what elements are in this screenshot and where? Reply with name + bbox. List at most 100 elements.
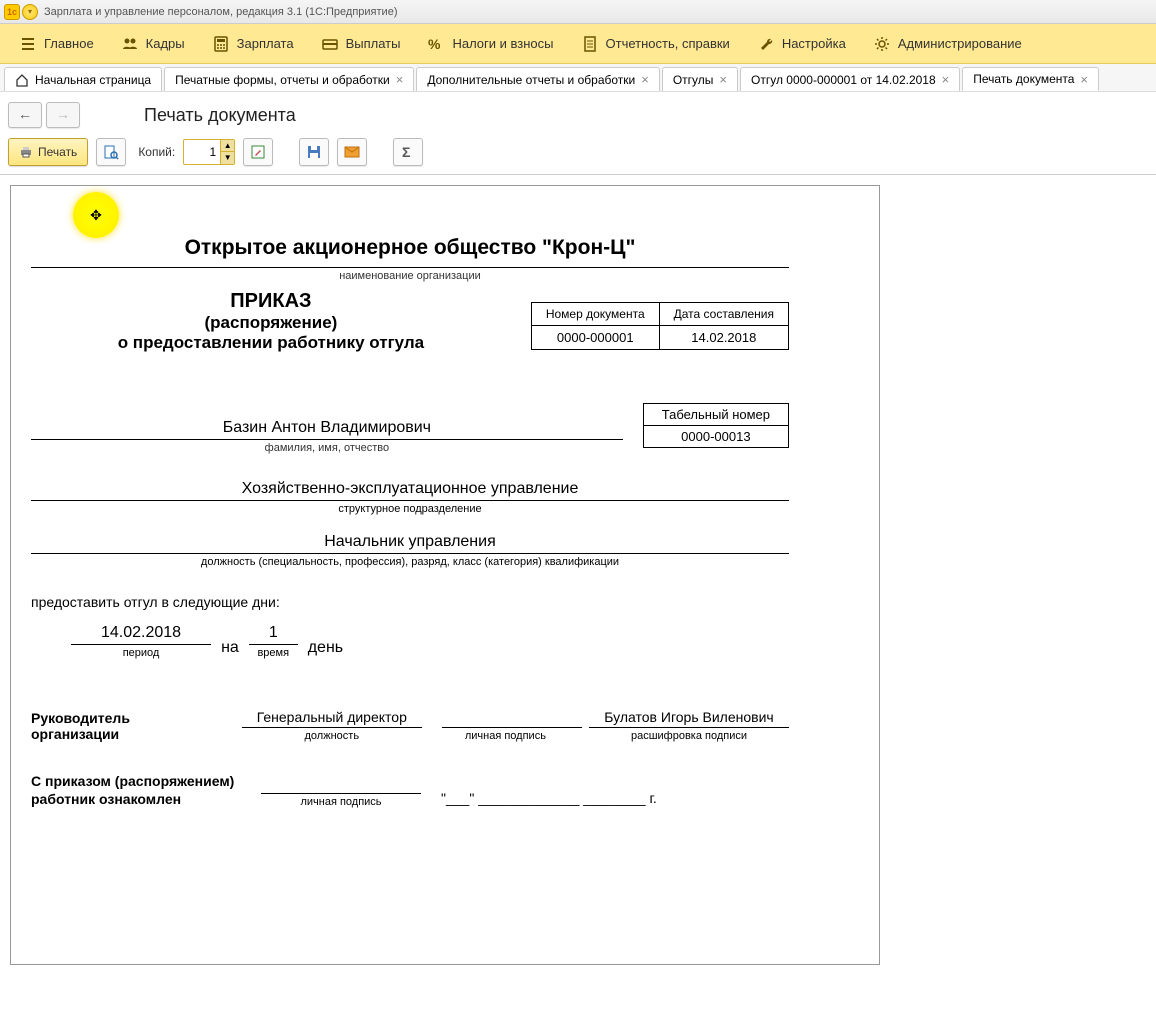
time-caption: время — [249, 647, 298, 659]
doc-info-table: Номер документа Дата составления 0000-00… — [531, 302, 789, 350]
menu-hr[interactable]: Кадры — [108, 30, 199, 58]
back-button[interactable]: ← — [8, 102, 42, 128]
org-caption: наименование организации — [31, 270, 789, 282]
window-titlebar: 1c ▾ Зарплата и управление персоналом, р… — [0, 0, 1156, 24]
divider — [31, 266, 789, 268]
printer-icon — [19, 145, 33, 159]
na-text: на — [211, 639, 249, 659]
page-title: Печать документа — [144, 105, 296, 126]
wrench-icon — [758, 36, 774, 52]
email-button[interactable] — [337, 138, 367, 166]
ack-sign-caption: личная подпись — [261, 796, 421, 808]
save-button[interactable] — [299, 138, 329, 166]
app-dropdown-icon[interactable]: ▾ — [22, 4, 38, 20]
tab-label: Отгулы — [673, 73, 714, 87]
provide-text: предоставить отгул в следующие дни: — [31, 594, 789, 610]
menu-label: Настройка — [782, 36, 846, 51]
employee-fio: Базин Антон Владимирович — [31, 419, 623, 440]
close-icon[interactable]: × — [719, 72, 727, 87]
menu-label: Налоги и взносы — [452, 36, 553, 51]
menu-label: Выплаты — [346, 36, 401, 51]
doc-date-header: Дата составления — [659, 303, 788, 326]
tab-label: Отгул 0000-000001 от 14.02.2018 — [751, 73, 936, 87]
app-icon: 1c — [4, 4, 20, 20]
window-title: Зарплата и управление персоналом, редакц… — [44, 6, 397, 18]
head-label: Руководитель организации — [31, 710, 222, 742]
head-name-caption: расшифровка подписи — [589, 730, 789, 742]
tab-bar: Начальная страница Печатные формы, отчет… — [0, 64, 1156, 92]
tab-num-header: Табельный номер — [643, 404, 788, 426]
tab-home[interactable]: Начальная страница — [4, 67, 162, 91]
spinner-up-icon[interactable]: ▲ — [220, 140, 234, 152]
menu-admin[interactable]: Администрирование — [860, 30, 1036, 58]
menu-label: Кадры — [146, 36, 185, 51]
main-menu: Главное Кадры Зарплата Выплаты % Налоги … — [0, 24, 1156, 64]
tab-label: Печать документа — [973, 72, 1074, 86]
preview-button[interactable] — [96, 138, 126, 166]
menu-main[interactable]: Главное — [6, 30, 108, 58]
ack-label: С приказом (распоряжением) работник озна… — [31, 772, 241, 808]
people-icon — [122, 36, 138, 52]
tab-label: Дополнительные отчеты и обработки — [427, 73, 635, 87]
period-caption: период — [71, 647, 211, 659]
doc-title-3: о предоставлении работнику отгула — [31, 333, 511, 353]
head-position: Генеральный директор — [242, 709, 422, 728]
svg-text:Σ: Σ — [402, 144, 410, 160]
close-icon[interactable]: × — [641, 72, 649, 87]
close-icon[interactable]: × — [1080, 72, 1088, 87]
close-icon[interactable]: × — [396, 72, 404, 87]
tab-label: Начальная страница — [35, 73, 151, 87]
menu-taxes[interactable]: % Налоги и взносы — [414, 30, 567, 58]
close-icon[interactable]: × — [942, 72, 950, 87]
print-button[interactable]: Печать — [8, 138, 88, 166]
doc-title-2: (распоряжение) — [31, 313, 511, 333]
edit-button[interactable] — [243, 138, 273, 166]
tab-print-forms[interactable]: Печатные формы, отчеты и обработки × — [164, 67, 414, 91]
spinner-down-icon[interactable]: ▼ — [220, 152, 234, 164]
tab-otgul-doc[interactable]: Отгул 0000-000001 от 14.02.2018 × — [740, 67, 960, 91]
ack-sign — [261, 776, 421, 794]
home-icon — [15, 73, 29, 87]
menu-payments[interactable]: Выплаты — [308, 30, 415, 58]
position: Начальник управления — [31, 533, 789, 554]
day-text: день — [298, 639, 353, 659]
org-name: Открытое акционерное общество "Крон-Ц" — [31, 236, 789, 260]
copies-input[interactable] — [184, 145, 220, 159]
toolbar: Печать Копий: ▲ ▼ Σ — [0, 132, 1156, 175]
copies-spinner[interactable]: ▲ ▼ — [183, 139, 235, 165]
menu-settings[interactable]: Настройка — [744, 30, 860, 58]
menu-label: Администрирование — [898, 36, 1022, 51]
head-sign — [442, 709, 582, 728]
period-value: 14.02.2018 — [71, 624, 211, 645]
tab-num-value: 0000-00013 — [643, 426, 788, 448]
doc-title-1: ПРИКАЗ — [31, 290, 511, 313]
print-document[interactable]: Открытое акционерное общество "Крон-Ц" н… — [10, 185, 880, 965]
dept-caption: структурное подразделение — [31, 503, 789, 515]
tab-extra-reports[interactable]: Дополнительные отчеты и обработки × — [416, 67, 659, 91]
ack-date: "___" _____________ ________ г. — [441, 790, 657, 808]
document-icon — [582, 36, 598, 52]
percent-icon: % — [428, 36, 444, 52]
tab-otguly[interactable]: Отгулы × — [662, 67, 738, 91]
menu-label: Главное — [44, 36, 94, 51]
nav-row: ← → Печать документа — [0, 92, 1156, 132]
head-position-caption: должность — [242, 730, 422, 742]
hamburger-icon — [20, 36, 36, 52]
svg-text:%: % — [428, 36, 441, 52]
menu-salary[interactable]: Зарплата — [199, 30, 308, 58]
forward-button[interactable]: → — [46, 102, 80, 128]
print-label: Печать — [38, 145, 77, 159]
tab-num-table: Табельный номер 0000-00013 — [643, 403, 789, 448]
calculator-icon — [213, 36, 229, 52]
sum-button[interactable]: Σ — [393, 138, 423, 166]
menu-label: Отчетность, справки — [606, 36, 730, 51]
menu-reports[interactable]: Отчетность, справки — [568, 30, 744, 58]
gear-icon — [874, 36, 890, 52]
fio-caption: фамилия, имя, отчество — [31, 442, 623, 454]
tab-label: Печатные формы, отчеты и обработки — [175, 73, 390, 87]
wallet-icon — [322, 36, 338, 52]
head-name: Булатов Игорь Виленович — [589, 709, 789, 728]
tab-print-document[interactable]: Печать документа × — [962, 67, 1099, 91]
menu-label: Зарплата — [237, 36, 294, 51]
cursor-highlight — [73, 192, 119, 238]
